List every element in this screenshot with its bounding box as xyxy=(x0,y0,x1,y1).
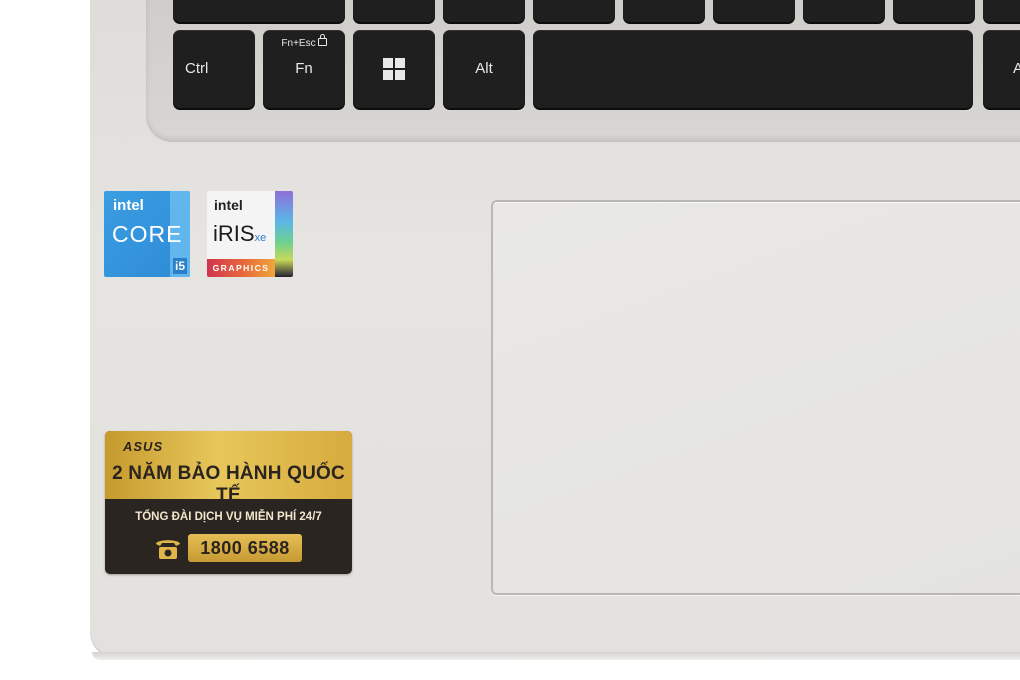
core-badge-name: CORE xyxy=(112,221,183,247)
iris-badge-name: iRIS xyxy=(213,221,255,246)
phone-icon xyxy=(156,540,180,559)
windows-key[interactable] xyxy=(353,30,435,108)
key-top-1[interactable] xyxy=(173,0,345,22)
iris-badge-name-wrap: iRISxe xyxy=(213,221,266,247)
core-badge-brand: intel xyxy=(113,197,144,214)
alt-key-label: Alt xyxy=(475,60,493,77)
fn-key-label: Fn xyxy=(295,60,313,77)
key-top-2[interactable] xyxy=(353,0,435,22)
alt-right-key[interactable]: A xyxy=(983,30,1020,108)
ctrl-key[interactable]: Ctrl xyxy=(173,30,255,108)
intel-core-badge: intel CORE i5 xyxy=(104,191,190,277)
iris-badge-suffix: xe xyxy=(254,232,267,244)
fn-key[interactable]: Fn+Esc Fn xyxy=(263,30,345,108)
touchpad[interactable] xyxy=(491,200,1020,595)
ctrl-key-label: Ctrl xyxy=(185,60,209,77)
spacebar[interactable] xyxy=(533,30,973,108)
key-top-3[interactable] xyxy=(443,0,525,22)
hotline-label: TỔNG ĐÀI DỊCH VỤ MIỄN PHÍ 24/7 xyxy=(135,511,322,523)
core-badge-tier: i5 xyxy=(173,258,187,274)
warranty-sticker: ASUS 2 NĂM BẢO HÀNH QUỐC TẾ TỔNG ĐÀI DỊC… xyxy=(105,431,352,574)
asus-logo: ASUS xyxy=(123,439,164,454)
palmrest-edge xyxy=(92,652,1020,660)
key-top-5[interactable] xyxy=(623,0,705,22)
alt-key[interactable]: Alt xyxy=(443,30,525,108)
iris-badge-brand: intel xyxy=(214,197,243,213)
key-top-7[interactable] xyxy=(803,0,885,22)
lock-icon xyxy=(317,34,327,47)
fn-key-sublabel-text: Fn+Esc xyxy=(281,38,316,49)
key-top-4[interactable] xyxy=(533,0,615,22)
iris-badge-graphics: GRAPHICS xyxy=(207,259,275,277)
intel-iris-badge: intel iRISxe GRAPHICS xyxy=(207,191,293,277)
key-top-6[interactable] xyxy=(713,0,795,22)
alt-right-key-label: A xyxy=(1013,60,1020,77)
key-top-9[interactable] xyxy=(983,0,1020,22)
key-top-8[interactable] xyxy=(893,0,975,22)
windows-icon xyxy=(383,58,405,80)
warranty-headline: 2 NĂM BẢO HÀNH QUỐC TẾ xyxy=(112,463,345,506)
hotline-number: 1800 6588 xyxy=(188,534,302,562)
fn-key-sublabel: Fn+Esc xyxy=(263,34,345,49)
iris-badge-stripe xyxy=(275,191,293,277)
